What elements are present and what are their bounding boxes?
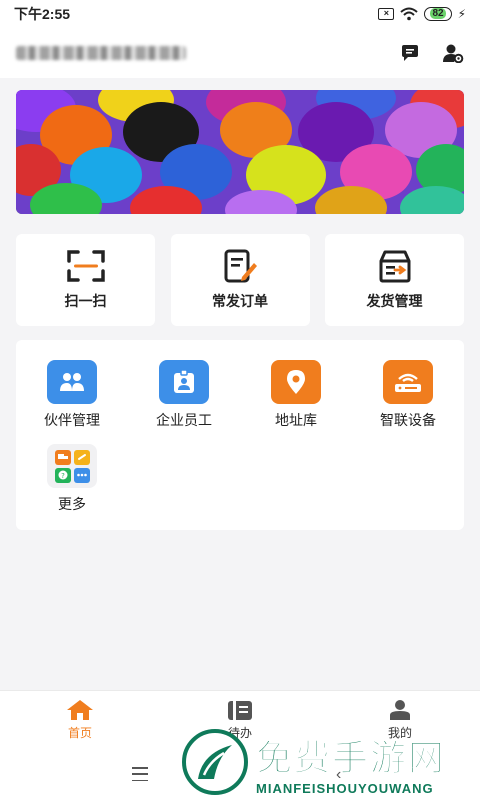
status-icons: × 82 ⚡: [378, 7, 466, 21]
status-bar: 下午2:55 × 82 ⚡: [0, 0, 480, 28]
tab-home[interactable]: 首页: [0, 691, 160, 748]
quick-orders-button[interactable]: 常发订单: [170, 234, 310, 326]
todo-list-icon: [228, 698, 252, 721]
wifi-icon: [400, 7, 419, 21]
grid-item-employees-label: 企业员工: [156, 412, 212, 428]
battery-indicator: 82: [424, 7, 452, 21]
help-mini-icon: ?: [54, 467, 71, 483]
balloons-image: [16, 90, 464, 214]
scan-icon: [66, 250, 105, 282]
grid-item-devices-label: 智联设备: [380, 412, 436, 428]
quick-shipping-button[interactable]: 发货管理: [325, 234, 464, 326]
link-mini-icon: [73, 449, 90, 465]
quick-actions: 扫一扫 常发订单 发货管理: [16, 234, 464, 326]
partners-icon: [47, 360, 97, 404]
grid-item-addresses[interactable]: 地址库: [240, 360, 352, 430]
ellipsis-mini-icon: [73, 467, 90, 483]
grid-item-devices[interactable]: 智联设备: [352, 360, 464, 430]
location-pin-icon: [271, 360, 321, 404]
shipping-box-icon: [379, 250, 410, 283]
svg-text:?: ?: [61, 472, 65, 480]
blurred-title: [16, 46, 186, 60]
grid-item-partners-label: 伙伴管理: [44, 412, 100, 428]
nav-menu-icon[interactable]: [132, 767, 148, 781]
tab-home-label: 首页: [67, 725, 92, 740]
grid-item-more[interactable]: ? 更多: [16, 444, 128, 514]
app-header: [0, 28, 480, 78]
router-device-icon: [383, 360, 433, 404]
watermark: 免费手游网 MIANFEISHOUYOUWANG: [182, 726, 472, 798]
quick-shipping-label: 发货管理: [366, 293, 423, 309]
order-edit-icon: [224, 249, 257, 283]
battery-level: 82: [430, 8, 446, 19]
watermark-subtitle: MIANFEISHOUYOUWANG: [256, 780, 434, 796]
grid-item-more-label: 更多: [58, 496, 86, 512]
charging-icon: ⚡: [457, 7, 466, 21]
grid-item-employees[interactable]: 企业员工: [128, 360, 240, 430]
quick-scan-button[interactable]: 扫一扫: [16, 234, 155, 326]
employee-badge-icon: [159, 360, 209, 404]
watermark-logo-icon: [182, 729, 248, 795]
watermark-title: 免费手游网: [255, 736, 447, 778]
feature-grid: 伙伴管理 企业员工 地址库 智联设备 ? 更多: [16, 340, 464, 530]
user-settings-icon[interactable]: [442, 43, 464, 63]
grid-item-partners[interactable]: 伙伴管理: [16, 360, 128, 430]
status-time: 下午2:55: [14, 6, 71, 22]
notification-icon: ×: [378, 8, 395, 20]
promo-banner[interactable]: [16, 90, 464, 214]
more-apps-icon: ?: [47, 444, 97, 488]
grid-item-addresses-label: 地址库: [275, 412, 317, 428]
profile-icon: [390, 699, 410, 720]
home-icon: [67, 699, 93, 720]
quick-orders-label: 常发订单: [212, 293, 268, 309]
quick-scan-label: 扫一扫: [64, 293, 107, 309]
message-icon[interactable]: [400, 44, 420, 62]
truck-mini-icon: [54, 449, 71, 465]
